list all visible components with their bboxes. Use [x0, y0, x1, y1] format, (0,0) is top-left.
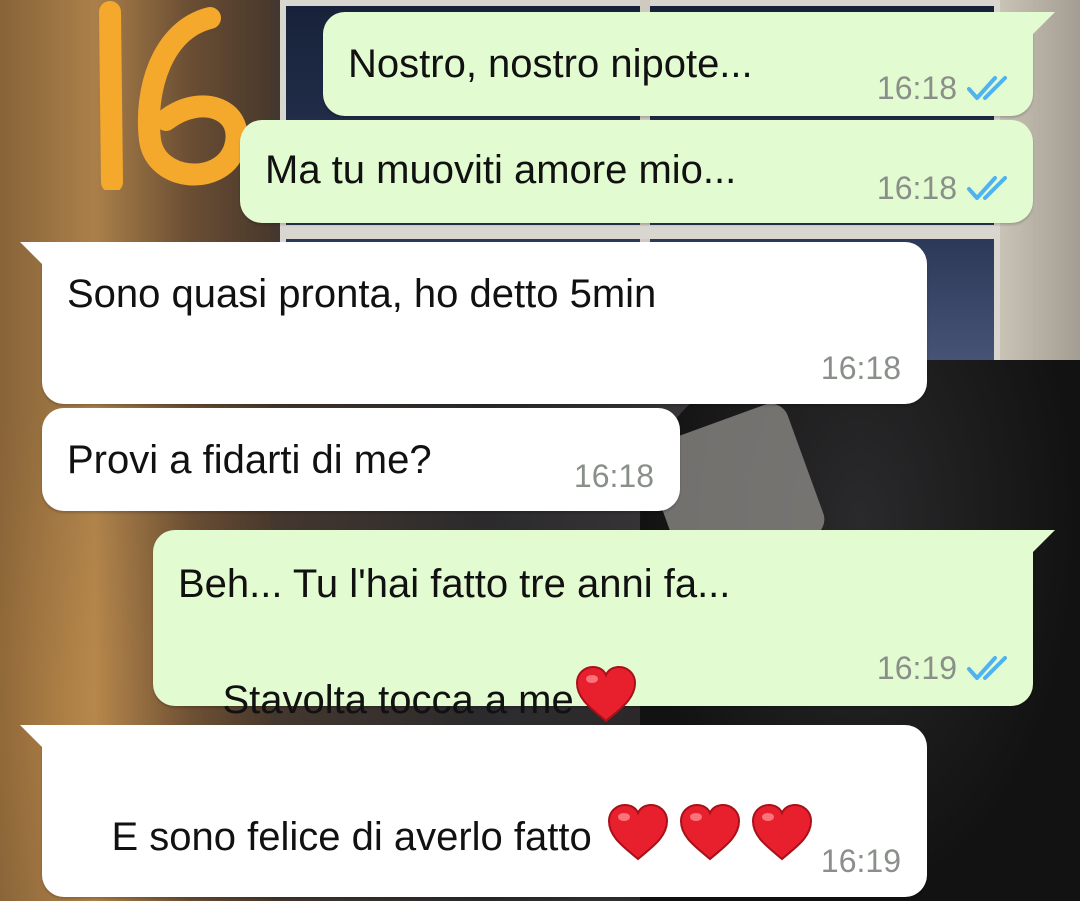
- message-time: 16:18: [876, 170, 957, 206]
- message-text: Sono quasi pronta, ho detto 5min: [67, 272, 657, 316]
- message-time: 16:18: [876, 70, 957, 106]
- bubble-tail: [1031, 530, 1055, 554]
- message-bubble-outgoing[interactable]: Ma tu muoviti amore mio... 16:18: [240, 120, 1033, 223]
- red-heart-emoji-icon: [607, 804, 668, 861]
- message-text: Ma tu muoviti amore mio...: [265, 148, 737, 192]
- message-text: Provi a fidarti di me?: [67, 438, 432, 482]
- message-text-line-1: Beh... Tu l'hai fatto tre anni fa...: [178, 562, 731, 606]
- bubble-tail: [1031, 12, 1055, 36]
- double-check-read-icon: [967, 656, 1007, 680]
- bubble-tail: [20, 725, 44, 749]
- message-text: Stavolta tocca a me: [222, 678, 574, 722]
- message-meta: 16:18: [877, 70, 1013, 106]
- bubble-tail: [20, 242, 44, 266]
- message-text: E sono felice di averlo fatto: [111, 815, 592, 859]
- message-bubble-incoming[interactable]: Provi a fidarti di me? 16:18: [42, 408, 680, 511]
- message-meta: 16:19: [877, 650, 1013, 686]
- message-text-line: E sono felice di averlo fatto: [67, 753, 814, 921]
- message-bubble-outgoing[interactable]: Beh... Tu l'hai fatto tre anni fa... Sta…: [153, 530, 1055, 723]
- message-meta: 16:19: [821, 843, 901, 879]
- wallpaper-window-bar: [280, 225, 1000, 239]
- message-time: 16:18: [820, 350, 901, 386]
- message-meta: 16:18: [821, 350, 901, 386]
- red-heart-emoji-icon: [679, 804, 740, 861]
- message-bubble-incoming[interactable]: E sono felice di averlo fatto 16:19: [20, 725, 927, 897]
- red-heart-emoji-icon: [575, 666, 636, 723]
- handwritten-number-16: 16: [99, 1, 248, 190]
- double-check-read-icon: [967, 176, 1007, 200]
- message-bubble-incoming[interactable]: Sono quasi pronta, ho detto 5min 16:18: [20, 242, 927, 404]
- message-text: Nostro, nostro nipote...: [348, 42, 753, 86]
- message-time: 16:18: [573, 458, 654, 494]
- message-meta: 16:18: [574, 458, 654, 494]
- message-time: 16:19: [820, 843, 901, 879]
- red-heart-emoji-icon: [751, 804, 812, 861]
- message-time: 16:19: [876, 650, 957, 686]
- message-meta: 16:18: [877, 170, 1013, 206]
- double-check-read-icon: [967, 76, 1007, 100]
- message-bubble-outgoing[interactable]: Nostro, nostro nipote... 16:18: [323, 12, 1055, 116]
